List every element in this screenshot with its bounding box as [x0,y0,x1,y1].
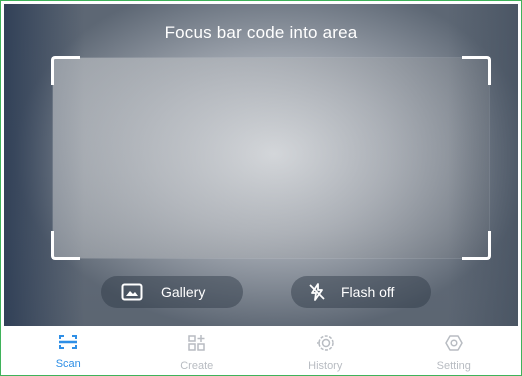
flash-toggle-button[interactable]: Flash off [291,276,431,308]
scan-corner-top-right [462,56,491,85]
tab-create-label: Create [180,360,214,372]
setting-icon [444,334,464,357]
camera-viewfinder: Focus bar code into area Gallery Flash o… [4,4,518,326]
scan-corner-bottom-right [462,231,491,260]
bottom-tab-bar: Scan Create History Setting [4,326,518,372]
scan-area [51,56,491,260]
gallery-button[interactable]: Gallery [101,276,243,308]
scan-corner-bottom-left [51,231,80,260]
history-icon [315,334,335,357]
tab-create[interactable]: Create [133,326,262,372]
flash-label: Flash off [341,284,395,300]
scan-prompt: Focus bar code into area [164,23,358,42]
tab-scan[interactable]: Scan [4,326,133,372]
tab-setting-label: Setting [436,360,471,372]
create-icon [187,334,207,357]
tab-history-label: History [308,360,343,372]
tab-history[interactable]: History [261,326,390,372]
screenshot-frame: Focus bar code into area Gallery Flash o… [0,0,522,376]
scan-icon [58,334,78,355]
scan-corner-top-left [51,56,80,85]
gallery-label: Gallery [161,284,206,300]
flash-off-icon [307,282,327,302]
tab-scan-label: Scan [55,358,81,370]
gallery-icon [121,283,143,301]
tab-setting[interactable]: Setting [390,326,519,372]
